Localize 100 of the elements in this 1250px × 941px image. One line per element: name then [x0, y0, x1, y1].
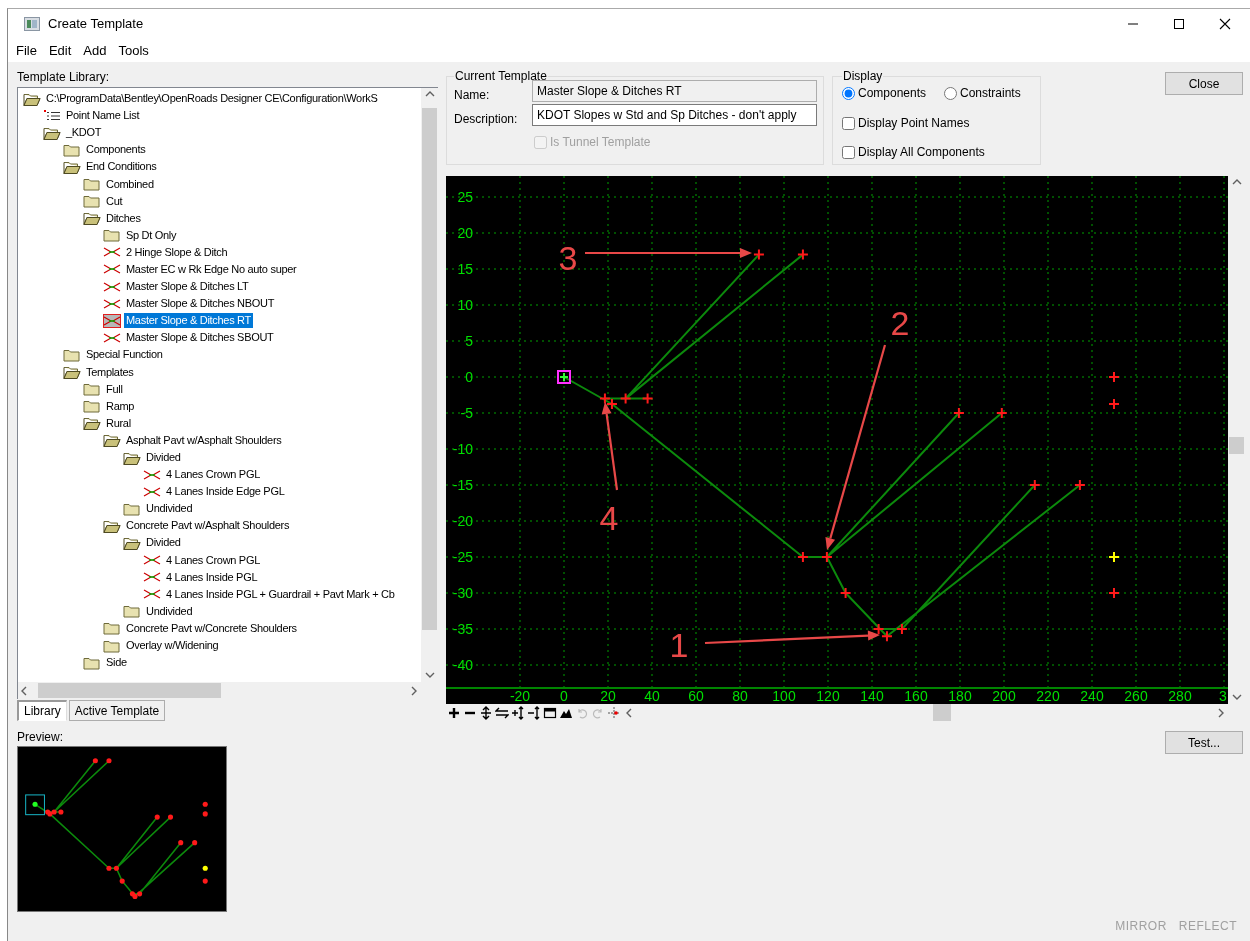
radio-button[interactable] — [944, 86, 957, 100]
test-button[interactable]: Test... — [1165, 731, 1243, 754]
menu-item[interactable]: File — [10, 40, 43, 61]
scroll-thumb[interactable] — [422, 108, 437, 630]
tab[interactable]: Active Template — [68, 700, 166, 721]
close-button[interactable]: Close — [1165, 72, 1243, 95]
tree-item[interactable]: Master Slope & Ditches RT — [124, 313, 253, 329]
checkbox-label: Display All Components — [858, 144, 985, 161]
axis-label: -40 — [452, 657, 473, 673]
axis-label: 5 — [465, 333, 473, 349]
axis-label: -20 — [452, 513, 473, 529]
tree-item[interactable]: 4 Lanes Inside PGL — [164, 569, 260, 585]
menu-item[interactable]: Edit — [42, 40, 78, 61]
axis-label: 40 — [644, 688, 660, 704]
input-field[interactable]: Master Slope & Ditches RT — [532, 80, 817, 102]
tree-item[interactable]: End Conditions — [84, 159, 159, 175]
group-title: Display — [842, 70, 884, 82]
plus-icon[interactable] — [447, 705, 461, 720]
tree-item[interactable]: 4 Lanes Inside PGL + Guardrail + Pavt Mark + Cb — [164, 586, 397, 602]
tree-item[interactable]: Combined — [104, 176, 156, 192]
axis-label: 180 — [948, 688, 972, 704]
expand-arrows-icon[interactable] — [511, 705, 525, 720]
axis-label: 20 — [600, 688, 616, 704]
tree-item[interactable]: Rural — [104, 415, 133, 431]
tree-item[interactable]: Special Function — [84, 347, 165, 363]
callout-number: 3 — [558, 239, 578, 277]
axis-label: -20 — [509, 688, 531, 704]
menu-item[interactable]: Add — [77, 40, 113, 61]
app-icon — [24, 17, 40, 31]
radio-label: Components — [858, 85, 927, 102]
tree-item[interactable]: Side — [104, 655, 129, 671]
tree-item[interactable]: Ramp — [104, 398, 137, 414]
tree-item[interactable]: Ditches — [104, 210, 143, 226]
tree-item[interactable]: 4 Lanes Crown PGL — [164, 467, 262, 483]
checkbox[interactable] — [842, 145, 855, 159]
axis-label: 25 — [457, 189, 473, 205]
vertical-scrollbar[interactable] — [421, 88, 438, 682]
horizontal-arrows-icon[interactable] — [495, 705, 509, 720]
mode-label: MIRROR — [1115, 918, 1167, 935]
axis-label: 260 — [1124, 688, 1148, 704]
axis-label: -15 — [452, 477, 473, 493]
maximize-icon — [1173, 18, 1185, 30]
checkbox-label: Display Point Names — [858, 115, 970, 132]
axis-label: 280 — [1168, 688, 1192, 704]
axis-label: 160 — [904, 688, 928, 704]
checkbox[interactable] — [842, 116, 855, 130]
radio-button[interactable] — [842, 86, 855, 100]
axis-label: 200 — [992, 688, 1016, 704]
axis-label: 100 — [772, 688, 796, 704]
callout-number: 4 — [599, 499, 619, 537]
tree-item[interactable]: Undivided — [144, 603, 195, 619]
tree-item[interactable]: Divided — [144, 450, 183, 465]
scroll-thumb[interactable] — [1229, 437, 1244, 454]
axis-label: 0 — [560, 688, 568, 704]
tree-item[interactable]: 2 Hinge Slope & Ditch — [124, 244, 230, 260]
axis-label: -25 — [452, 549, 473, 565]
tree-item[interactable]: Undivided — [144, 501, 195, 517]
tree-item[interactable]: Asphalt Pavt w/Asphalt Shoulders — [124, 432, 284, 448]
tree-item[interactable]: Templates — [84, 364, 136, 380]
input-field[interactable]: KDOT Slopes w Std and Sp Ditches - don't apply — [532, 104, 817, 126]
axis-label: -35 — [452, 621, 473, 637]
axis-label: 20 — [457, 225, 473, 241]
tree-item[interactable]: 4 Lanes Crown PGL — [164, 552, 262, 568]
tree-item[interactable]: Cut — [104, 193, 125, 209]
tree-item[interactable]: Master Slope & Ditches SBOUT — [124, 330, 276, 346]
scroll-thumb[interactable] — [933, 704, 951, 721]
point-icon[interactable] — [607, 705, 621, 720]
tree-item[interactable]: Concrete Pavt w/Asphalt Shoulders — [124, 518, 292, 534]
scroll-thumb[interactable] — [38, 683, 221, 698]
tree-item[interactable]: Master Slope & Ditches NBOUT — [124, 296, 277, 312]
tree-item[interactable]: Divided — [144, 535, 183, 551]
tree-item[interactable]: Concrete Pavt w/Concrete Shoulders — [124, 620, 299, 636]
callout-number: 1 — [669, 626, 689, 664]
panel-label: Template Library: — [17, 70, 111, 84]
tree-item[interactable]: Overlay w/Widening — [124, 638, 221, 654]
tree-item[interactable]: Full — [104, 381, 125, 397]
tree-item[interactable]: 4 Lanes Inside Edge PGL — [164, 484, 287, 500]
axis-label: 240 — [1080, 688, 1104, 704]
field-label: Description: — [454, 111, 519, 128]
tree-item[interactable]: Components — [84, 142, 148, 158]
callout-number: 2 — [890, 304, 910, 342]
menu-item[interactable]: Tools — [112, 40, 155, 61]
tree-item[interactable]: Master Slope & Ditches LT — [124, 279, 251, 295]
tree-item[interactable]: Master EC w Rk Edge No auto super — [124, 262, 299, 277]
axis-label: 80 — [732, 688, 748, 704]
tree-item[interactable]: _KDOT — [64, 125, 104, 141]
radio-label: Constraints — [960, 85, 1021, 102]
shrink-arrows-icon[interactable] — [527, 705, 541, 720]
axis-label: 60 — [688, 688, 704, 704]
tree-item[interactable]: C:\ProgramData\Bentley\OpenRoads Designer CE\Configuration\WorkS — [44, 91, 380, 107]
vertical-arrows-icon[interactable] — [479, 705, 493, 720]
axis-label: -30 — [452, 585, 473, 601]
axis-label: 0 — [465, 369, 473, 385]
horizontal-scrollbar[interactable] — [18, 682, 421, 699]
tree-item[interactable]: Point Name List — [64, 108, 142, 124]
tree-item[interactable]: Sp Dt Only — [124, 227, 179, 243]
tab[interactable]: Library — [17, 700, 67, 721]
checkbox-label: Is Tunnel Template — [550, 134, 651, 151]
window-icon[interactable] — [543, 705, 557, 720]
panel-label: Preview: — [17, 730, 64, 744]
